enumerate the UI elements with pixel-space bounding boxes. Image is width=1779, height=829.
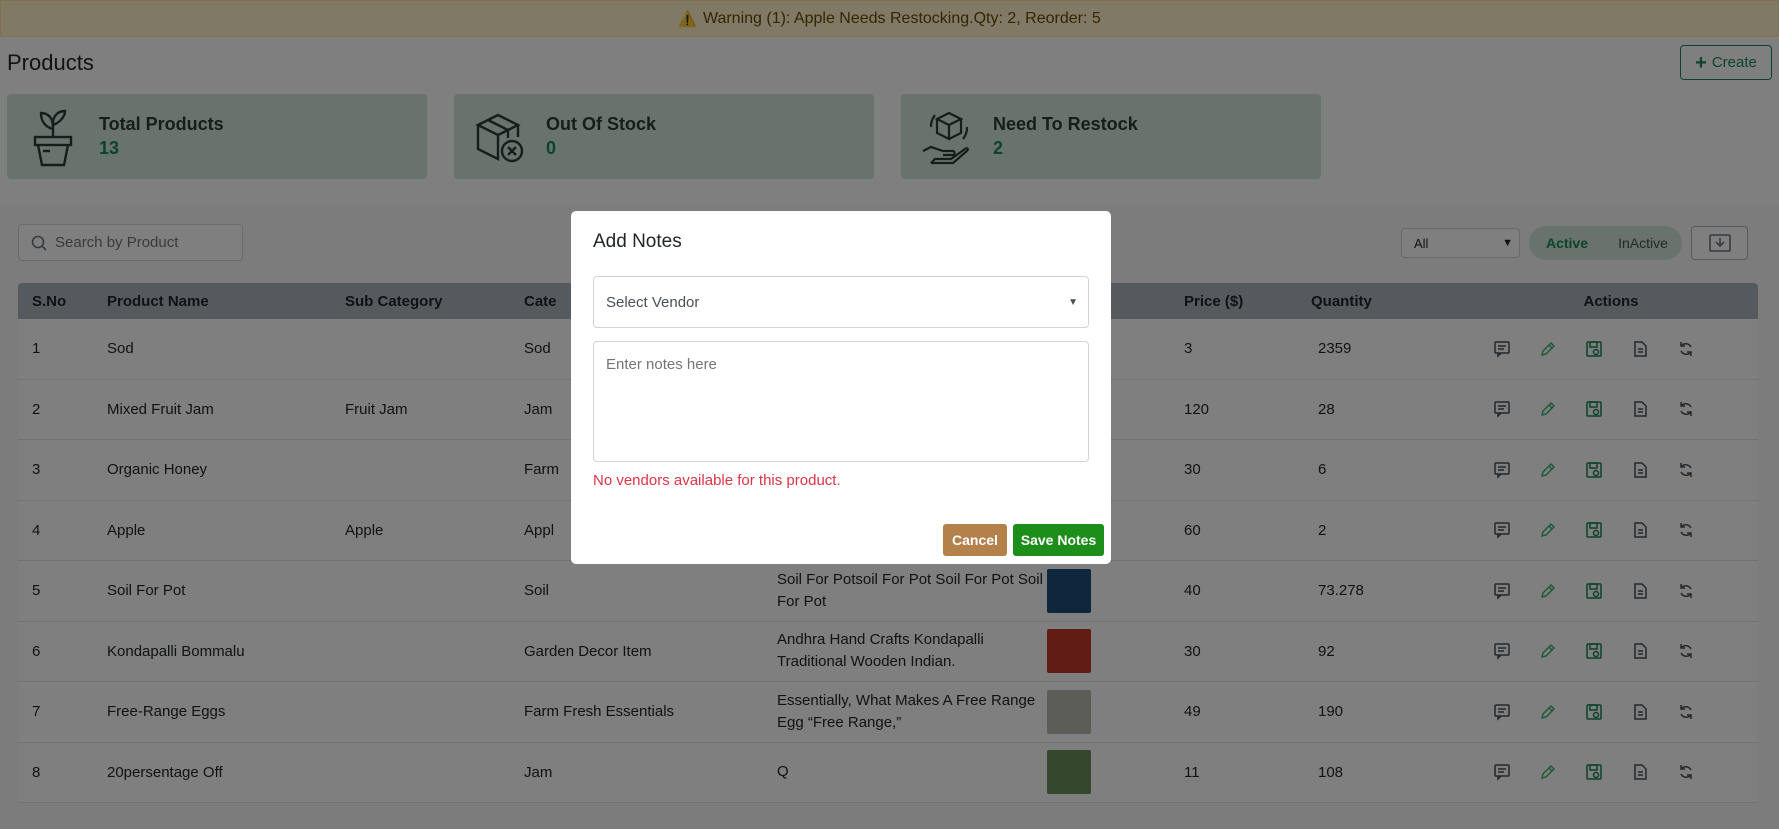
add-notes-modal: Add Notes Select Vendor ▼ No vendors ava…: [571, 211, 1111, 564]
save-notes-button[interactable]: Save Notes: [1013, 524, 1104, 556]
vendor-select[interactable]: Select Vendor ▼: [593, 276, 1089, 328]
modal-title: Add Notes: [593, 231, 682, 252]
notes-textarea-wrapper: [593, 341, 1089, 462]
cancel-button[interactable]: Cancel: [943, 524, 1007, 556]
caret-down-icon: ▼: [1068, 296, 1078, 308]
vendor-placeholder: Select Vendor: [606, 293, 700, 311]
vendor-error-message: No vendors available for this product.: [593, 472, 841, 489]
notes-textarea[interactable]: [594, 342, 1088, 461]
